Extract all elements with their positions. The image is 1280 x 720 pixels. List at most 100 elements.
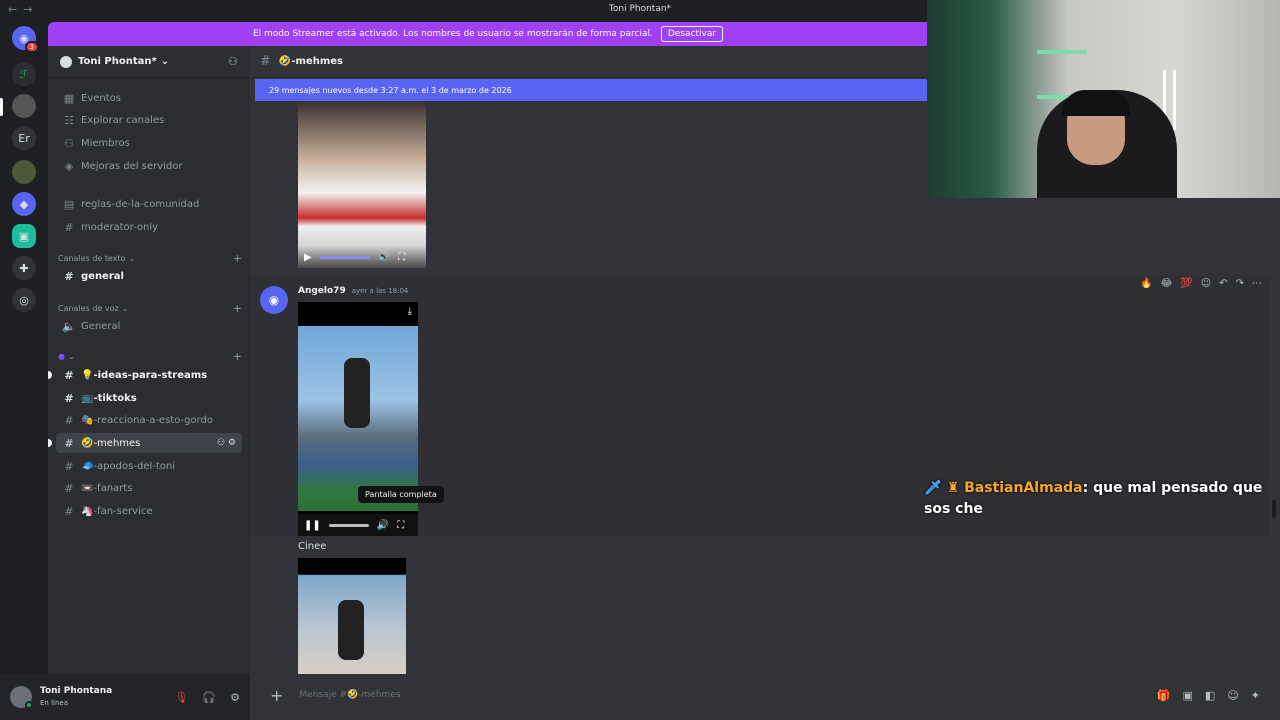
category-label: Canales de texto (58, 254, 126, 263)
sidebar-item-label: Miembros (81, 137, 130, 149)
calendar-icon: ▦ (63, 91, 75, 105)
avatar[interactable] (10, 686, 33, 709)
sidebar-item-explorar[interactable]: ☷ Explorar canales (56, 110, 242, 130)
online-status-icon (25, 701, 33, 709)
video-attachment[interactable]: ▶ 🔊 ⛶ (298, 101, 426, 268)
channel-tiktoks[interactable]: # 📺-tiktoks (56, 388, 242, 408)
volume-icon[interactable]: 🔊 (377, 520, 389, 531)
voice-general[interactable]: 🔈 General (56, 316, 242, 336)
sword-icon: 🗡 (924, 480, 942, 496)
server-diamond-icon[interactable]: ◆ (12, 192, 36, 216)
reaction-laugh-icon[interactable]: 😂 (1161, 278, 1173, 289)
server-active-pill (0, 98, 3, 116)
add-reaction-icon[interactable]: ☺ (1201, 278, 1211, 289)
hash-icon: # (64, 436, 74, 450)
add-server-icon[interactable]: ✚ (12, 256, 36, 280)
video-progress-bar[interactable] (319, 255, 370, 259)
discord-avatar-icon[interactable]: ◉ (260, 286, 288, 314)
add-channel-icon[interactable]: + (233, 302, 242, 315)
disable-streamer-button[interactable]: Desactivar (660, 26, 724, 42)
hash-icon: # (64, 504, 74, 518)
video-progress-bar[interactable] (328, 523, 369, 527)
category-text[interactable]: Canales de texto ⌄ + (58, 252, 242, 265)
new-messages-bar[interactable]: 29 mensajes nuevos desde 3:27 a.m. el 3 … (255, 79, 931, 101)
channel-label: 🧢-apodos-del-toni (81, 460, 175, 472)
channel-label: 💡-ideas-para-streams (81, 369, 208, 381)
channel-sidebar: Toni Phontan* ⌄ ⚇ ▦ Eventos ☷ Explorar can… (48, 46, 250, 674)
discord-home-icon[interactable]: ◉ 3 (12, 26, 39, 53)
channel-apodos[interactable]: # 🧢-apodos-del-toni (56, 456, 242, 476)
sidebar-item-miembros[interactable]: ⚇ Miembros (56, 133, 242, 153)
chevron-down-icon: ⌄ (67, 352, 75, 361)
channel-settings-icon[interactable]: ⚇ ⚙ (217, 438, 236, 448)
fullscreen-icon[interactable]: ⛶ (397, 520, 404, 531)
channel-ideas[interactable]: # 💡-ideas-para-streams (48, 365, 242, 385)
gear-icon[interactable]: ⚙ (230, 691, 240, 704)
channel-label: general (81, 270, 124, 282)
channel-label: General (81, 320, 121, 332)
message-composer[interactable]: + Mensaje #🤣-mehmes 🎁 ▣ ◧ ☺ ✦ (258, 680, 1272, 710)
video-controls: ❚❚ 🔊 ⛶ (298, 514, 418, 536)
server-avatar-icon[interactable] (12, 94, 36, 118)
category-custom[interactable]: ● ⌄ + (58, 350, 242, 363)
webcam-overlay (927, 0, 1280, 198)
apps-icon[interactable]: ✦ (1251, 689, 1260, 702)
scrollbar[interactable] (1272, 500, 1276, 518)
channel-mehmes[interactable]: # 🤣-mehmes ⚇ ⚙ (48, 433, 242, 453)
message-author[interactable]: Angelo79 ayer a las 18:04 (298, 286, 408, 296)
guild-header[interactable]: Toni Phontan* ⌄ ⚇ (48, 46, 250, 78)
add-attachment-icon[interactable]: + (270, 686, 283, 705)
channel-label: reglas-de-la-comunidad (81, 198, 200, 210)
streamer-mode-banner: El modo Streamer está activado. Los nomb… (48, 22, 928, 46)
channel-fanarts[interactable]: # 📼-fanarts (56, 478, 242, 498)
chevron-down-icon: ⌄ (128, 254, 136, 263)
volume-icon[interactable]: 🔊 (378, 252, 390, 263)
add-channel-icon[interactable]: + (233, 252, 242, 265)
channel-reglas[interactable]: ▤ reglas-de-la-comunidad (56, 194, 242, 214)
server-twitch-icon[interactable]: ▣ (12, 224, 36, 248)
user-info[interactable]: Toni Phontana En línea (40, 685, 112, 709)
play-icon[interactable]: ▶ (304, 252, 312, 263)
invite-icon[interactable]: ⚇ (228, 55, 238, 68)
gif-icon[interactable]: ▣ (1183, 689, 1193, 702)
fullscreen-icon[interactable]: ⛶ (398, 252, 405, 263)
sidebar-item-label: Mejoras del servidor (81, 160, 183, 172)
chevron-down-icon: ⌄ (160, 56, 170, 67)
pause-icon[interactable]: ❚❚ (304, 520, 321, 531)
reaction-fire-icon[interactable]: 🔥 (1140, 278, 1152, 289)
server-game-icon[interactable] (12, 160, 36, 184)
headphones-icon[interactable]: 🎧 (202, 691, 216, 704)
author-name[interactable]: Angelo79 (298, 286, 346, 296)
category-voice[interactable]: Canales de voz ⌄ + (58, 302, 242, 315)
reply-icon[interactable]: ↶ (1219, 278, 1227, 289)
channel-label: 🎭-reacciona-a-esto-gordo (81, 414, 213, 426)
reaction-100-icon[interactable]: 💯 (1180, 278, 1192, 289)
message-input[interactable]: Mensaje #🤣-mehmes (299, 690, 400, 700)
user-name: Toni Phontana (40, 686, 113, 696)
guild-name: Toni Phontan* (78, 56, 157, 67)
forward-icon[interactable]: ↷ (1236, 278, 1244, 289)
channel-general[interactable]: # general (56, 266, 242, 286)
add-channel-icon[interactable]: + (233, 350, 242, 363)
server-s-icon[interactable]: ℱ (12, 62, 36, 86)
boost-icon: ◈ (64, 159, 74, 173)
channel-label: 🦄-fan-service (81, 505, 153, 517)
emoji-icon[interactable]: ☺ (1227, 689, 1238, 702)
video-attachment[interactable] (298, 558, 406, 674)
mic-muted-icon[interactable]: 🎙 (174, 691, 188, 704)
sticker-icon[interactable]: ◧ (1205, 689, 1215, 702)
channel-reacciona[interactable]: # 🎭-reacciona-a-esto-gordo (56, 410, 242, 430)
server-er[interactable]: Er (12, 126, 36, 150)
video-figure (344, 358, 370, 428)
mention-badge: 3 (24, 41, 39, 53)
category-label: Canales de voz (58, 304, 119, 313)
sidebar-item-mejoras[interactable]: ◈ Mejoras del servidor (56, 156, 242, 176)
discover-icon[interactable]: ◎ (12, 288, 36, 312)
channel-moderator[interactable]: # moderator-only (56, 217, 242, 237)
members-icon: ⚇ (64, 136, 74, 150)
download-icon[interactable]: ⤓ (408, 306, 412, 317)
more-icon[interactable]: ⋯ (1252, 278, 1262, 289)
channel-fan-service[interactable]: # 🦄-fan-service (56, 501, 242, 521)
gift-icon[interactable]: 🎁 (1157, 689, 1171, 702)
sidebar-item-eventos[interactable]: ▦ Eventos (56, 88, 242, 108)
